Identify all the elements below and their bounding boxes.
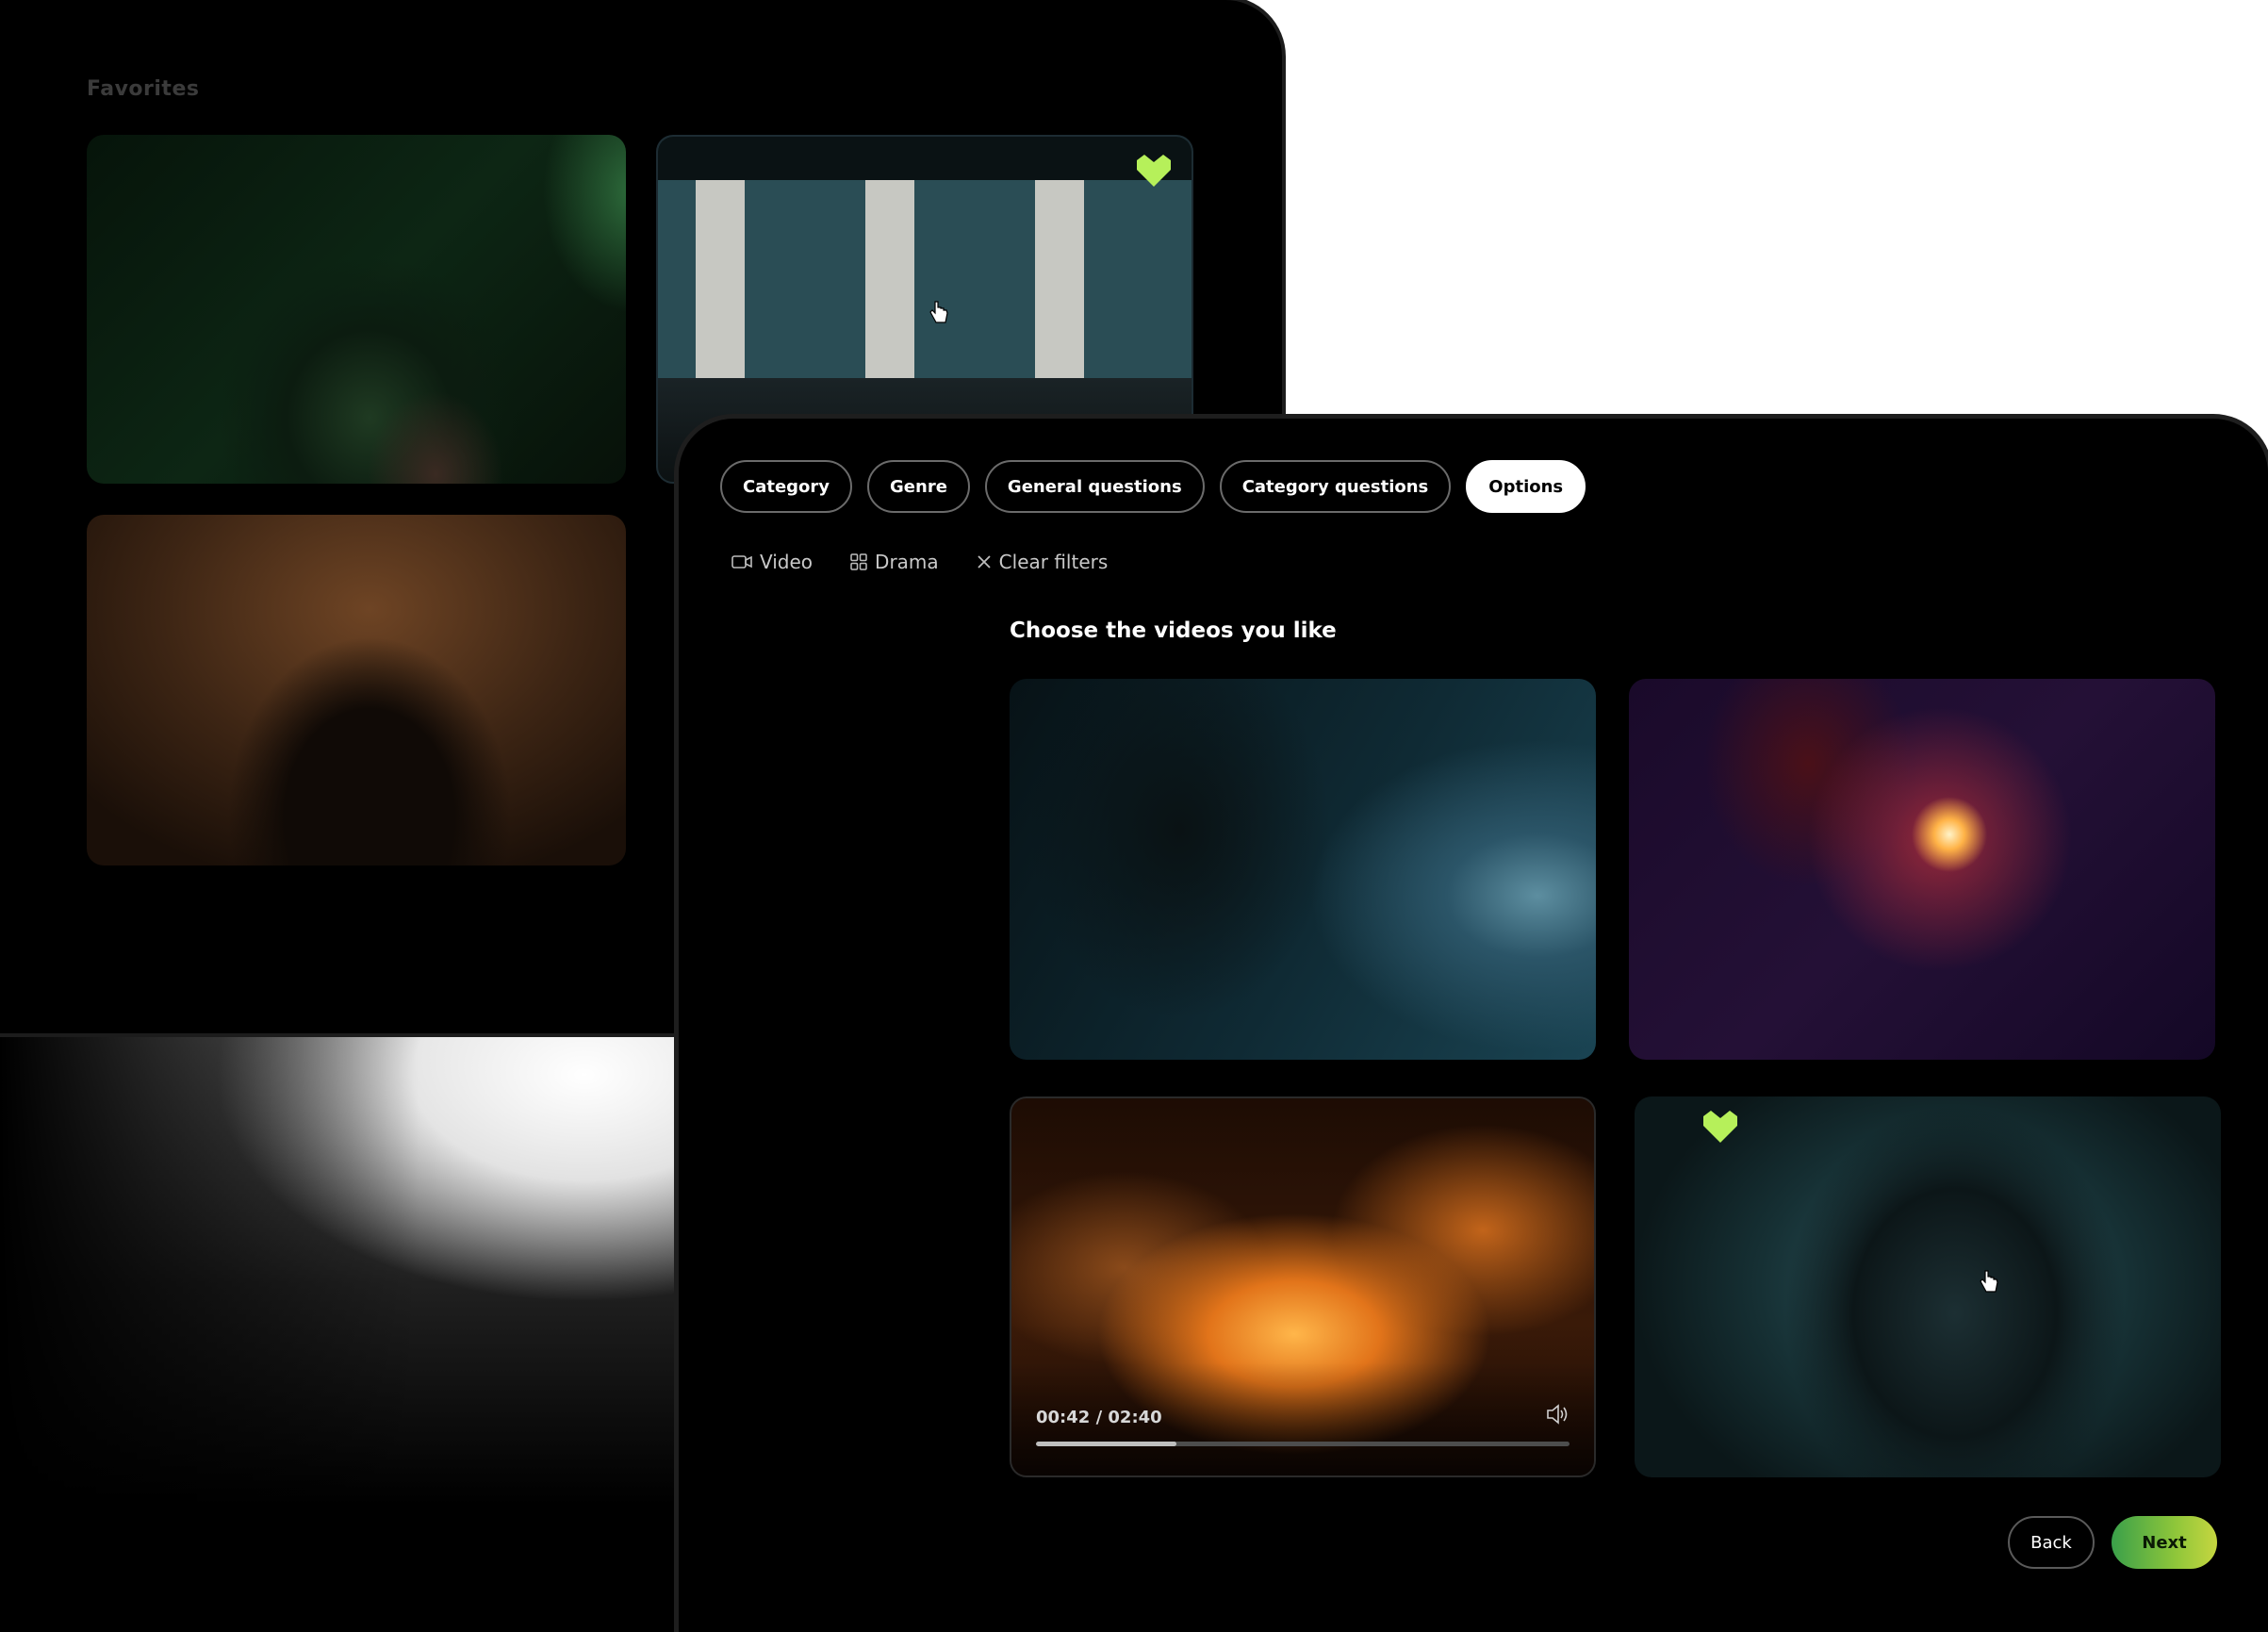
heart-icon[interactable] <box>1133 151 1175 189</box>
video-progress-fill <box>1036 1442 1176 1446</box>
heart-icon[interactable] <box>1700 1107 1741 1145</box>
video-progress-bar[interactable] <box>1036 1442 1570 1446</box>
close-icon <box>977 554 992 569</box>
clear-filters-label: Clear filters <box>998 551 1109 573</box>
volume-icon[interactable] <box>1546 1403 1570 1426</box>
tab-genre[interactable]: Genre <box>867 460 970 513</box>
video-option-2[interactable] <box>1629 679 2215 1060</box>
thumbnail-header-band <box>658 137 1192 180</box>
next-button[interactable]: Next <box>2112 1516 2217 1569</box>
grid-icon <box>850 553 867 570</box>
back-button[interactable]: Back <box>2008 1516 2095 1569</box>
favorite-video-thumbnail-1[interactable] <box>87 135 626 484</box>
filter-video[interactable]: Video <box>731 551 813 573</box>
clear-filters-button[interactable]: Clear filters <box>977 551 1109 573</box>
tab-category-questions[interactable]: Category questions <box>1219 460 1452 513</box>
filter-drama[interactable]: Drama <box>850 551 939 573</box>
filter-drama-label: Drama <box>875 551 939 573</box>
background-shadow <box>0 999 698 1632</box>
hand-cursor-icon <box>1978 1269 2000 1295</box>
tab-general-questions[interactable]: General questions <box>984 460 1205 513</box>
filter-bar: Video Drama Clear filters <box>731 551 1108 573</box>
step-tabs: Category Genre General questions Categor… <box>720 460 1586 513</box>
section-title: Choose the videos you like <box>1010 618 1337 643</box>
favorites-title: Favorites <box>87 77 200 101</box>
favorite-video-thumbnail-3[interactable] <box>87 515 626 865</box>
video-camera-icon <box>731 554 752 569</box>
hand-cursor-icon <box>928 300 950 326</box>
tab-options[interactable]: Options <box>1466 460 1586 513</box>
video-time-display: 00:42 / 02:40 <box>1036 1408 1162 1427</box>
tab-category[interactable]: Category <box>720 460 853 513</box>
video-selection-window: Category Genre General questions Categor… <box>679 419 2268 1632</box>
filter-video-label: Video <box>760 551 814 573</box>
video-option-1[interactable] <box>1010 679 1596 1060</box>
video-option-4[interactable] <box>1635 1096 2221 1477</box>
